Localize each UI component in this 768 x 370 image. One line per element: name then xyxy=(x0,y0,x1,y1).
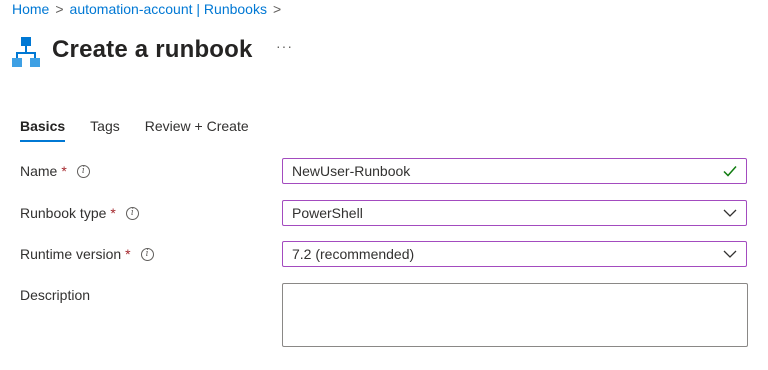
name-input[interactable]: NewUser-Runbook xyxy=(282,158,747,184)
name-label: Name * i xyxy=(20,163,90,179)
breadcrumb-runbooks[interactable]: automation-account | Runbooks xyxy=(70,1,267,17)
breadcrumb-separator: > xyxy=(55,1,64,17)
tab-bar: Basics Tags Review + Create xyxy=(20,118,274,142)
tab-tags[interactable]: Tags xyxy=(90,118,120,142)
runbook-type-label-text: Runbook type xyxy=(20,205,107,221)
info-icon[interactable]: i xyxy=(76,164,90,178)
tab-basics[interactable]: Basics xyxy=(20,118,66,142)
description-label-text: Description xyxy=(20,287,91,303)
info-icon[interactable]: i xyxy=(140,247,154,261)
tab-review-create[interactable]: Review + Create xyxy=(145,118,249,142)
runtime-version-label: Runtime version * i xyxy=(20,246,154,262)
page-header: Create a runbook xyxy=(12,30,253,70)
runbook-type-value: PowerShell xyxy=(292,205,363,221)
info-icon[interactable]: i xyxy=(125,206,139,220)
name-label-text: Name xyxy=(20,163,58,179)
required-asterisk: * xyxy=(125,246,131,262)
runbook-hierarchy-icon xyxy=(12,37,40,67)
required-asterisk: * xyxy=(110,205,116,221)
required-asterisk: * xyxy=(61,163,67,179)
name-input-value: NewUser-Runbook xyxy=(292,163,411,179)
runtime-version-value: 7.2 (recommended) xyxy=(292,246,415,262)
runtime-version-label-text: Runtime version xyxy=(20,246,122,262)
more-options-button[interactable]: ··· xyxy=(276,38,293,54)
runbook-type-label: Runbook type * i xyxy=(20,205,139,221)
description-label: Description xyxy=(20,287,90,303)
runbook-type-dropdown[interactable]: PowerShell xyxy=(282,200,747,226)
chevron-down-icon xyxy=(723,209,737,217)
runtime-version-dropdown[interactable]: 7.2 (recommended) xyxy=(282,241,747,267)
description-textarea[interactable] xyxy=(282,283,748,347)
breadcrumb-home[interactable]: Home xyxy=(12,1,49,17)
breadcrumb-separator: > xyxy=(272,1,282,17)
chevron-down-icon xyxy=(723,250,737,258)
checkmark-icon xyxy=(723,166,737,177)
page-title: Create a runbook xyxy=(52,36,253,63)
breadcrumb: Home > automation-account | Runbooks > xyxy=(12,0,287,18)
